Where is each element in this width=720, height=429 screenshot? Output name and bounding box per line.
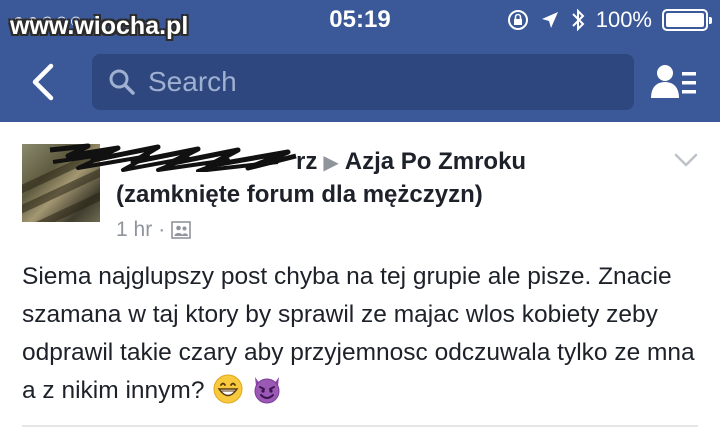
arrow-right-icon: ▶ [323,152,339,174]
status-bar: ●●○○○ www.wiocha.pl 05:19 100% [0,0,720,40]
bluetooth-icon [572,8,585,32]
search-placeholder: Search [148,66,237,97]
friends-list-button[interactable] [648,58,700,106]
post-body: Siema najglupszy post chyba na tej grupi… [22,258,702,410]
header: ●●○○○ www.wiocha.pl 05:19 100% Search [0,0,720,122]
smiling-devil-emoji [254,377,280,404]
location-icon [541,12,558,28]
status-icons: 100% [506,6,712,34]
rotation-lock-icon [507,10,528,30]
post-meta: 1 hr · [116,218,191,242]
battery-icon [662,9,712,31]
friends-privacy-icon [171,221,191,239]
chevron-down-icon[interactable] [672,148,700,172]
grinning-face-emoji [213,374,243,404]
group-name-continued[interactable]: (zamknięte forum dla mężczyzn) [116,181,483,208]
friends-list-icon [651,65,696,98]
meta-separator: · [158,218,166,241]
redaction-scribble [49,143,297,172]
divider [22,425,698,427]
back-button[interactable] [22,58,62,106]
group-name[interactable]: Azja Po Zmroku [345,148,526,175]
chevron-left-icon [32,63,54,101]
search-input[interactable]: Search [92,54,634,110]
nav-bar: Search [0,46,720,118]
post-time[interactable]: 1 hr [116,218,152,242]
search-icon [108,67,138,97]
battery-percent: 100% [595,7,652,32]
post-text: Siema najglupszy post chyba na tej grupi… [22,263,695,404]
post: rz ▶ Azja Po Zmroku (zamknięte forum dla m… [0,122,720,429]
